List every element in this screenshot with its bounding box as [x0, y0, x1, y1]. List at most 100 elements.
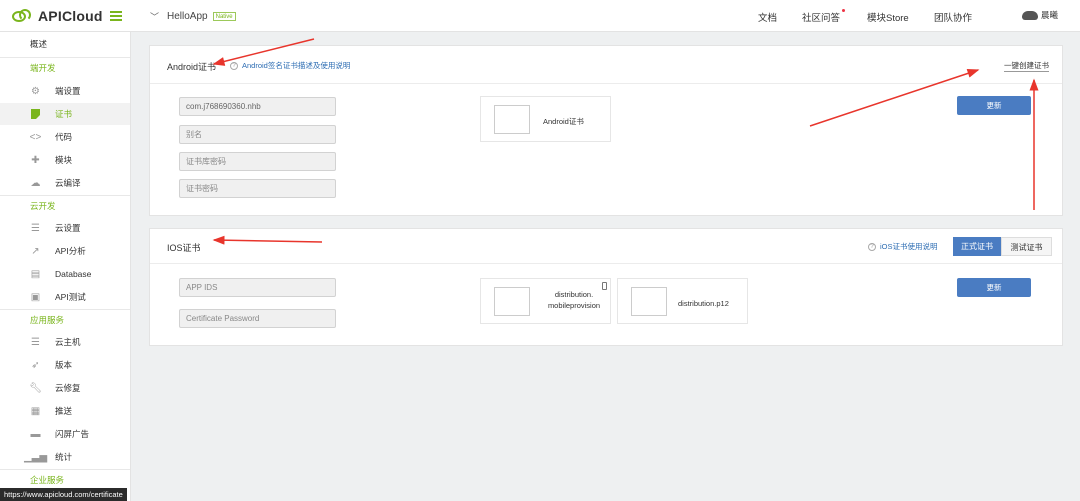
- sliders-icon: ☰: [31, 222, 40, 234]
- tab-production-cert[interactable]: 正式证书: [953, 237, 1001, 256]
- wrench-icon: 🔧︎: [29, 382, 42, 394]
- user-menu[interactable]: 晨曦: [1022, 9, 1058, 21]
- card-header: Android证书 ? Android签名证书描述及使用说明 一键创建证书: [150, 46, 1062, 84]
- file-thumbnail: [631, 287, 667, 316]
- sidebar-item-label: 闪屏广告: [55, 429, 90, 439]
- android-cert-file[interactable]: Android证书: [480, 96, 611, 142]
- sidebar-section-cloud: 云开发: [0, 195, 130, 213]
- certificate-icon: [30, 109, 41, 119]
- sidebar-item-code[interactable]: <> 代码: [0, 126, 130, 148]
- nav-module-store[interactable]: 模块Store: [867, 10, 909, 24]
- sidebar-section-dev: 端开发: [0, 57, 130, 75]
- file-thumbnail: [494, 287, 530, 316]
- ios-help-link[interactable]: ? iOS证书使用说明: [868, 241, 938, 252]
- phone-icon: [602, 282, 607, 290]
- nav-community[interactable]: 社区问答: [802, 9, 846, 24]
- chevron-down-icon: ﹀: [150, 12, 160, 22]
- alias-field[interactable]: 别名: [179, 125, 336, 144]
- p12-label: distribution.p12: [678, 299, 729, 308]
- provision-label-line1: distribution.: [554, 290, 594, 299]
- sidebar-item-cloud-compile[interactable]: ☁ 云编译: [0, 172, 130, 194]
- sidebar-item-label: 证书: [55, 109, 73, 119]
- logo[interactable]: APICloud: [12, 7, 103, 25]
- sidebar-item-label: 云编译: [55, 178, 81, 188]
- sidebar-item-cloud-fix[interactable]: 🔧︎ 云修复: [0, 377, 130, 399]
- sidebar-item-label: 云主机: [55, 337, 81, 347]
- sidebar-item-push[interactable]: ▦ 推送: [0, 400, 130, 422]
- nav-docs[interactable]: 文档: [758, 10, 777, 24]
- sidebar-item-label: 版本: [55, 360, 73, 370]
- file-thumbnail: [494, 105, 530, 134]
- server-icon: ☰: [31, 336, 40, 348]
- package-name-field[interactable]: com.j768690360.nhb: [179, 97, 336, 116]
- nav-team[interactable]: 团队协作: [934, 10, 972, 24]
- tab-test-cert[interactable]: 测试证书: [1001, 237, 1052, 256]
- line-chart-icon: ↗: [31, 245, 40, 257]
- user-name: 晨曦: [1041, 10, 1059, 20]
- sidebar-item-label: 云设置: [55, 223, 81, 233]
- sidebar-item-label: 代码: [55, 132, 73, 142]
- sidebar-item-label: 端设置: [55, 86, 81, 96]
- sidebar-item-splash-ad[interactable]: ▬ 闪屏广告: [0, 423, 130, 445]
- cloud-icon: ☁: [30, 177, 41, 189]
- sidebar-item-label: Database: [55, 269, 92, 279]
- ios-help-text: iOS证书使用说明: [880, 242, 938, 251]
- status-bar-url: https://www.apicloud.com/certificate: [0, 488, 127, 501]
- android-certificate-card: Android证书 ? Android签名证书描述及使用说明 一键创建证书 com…: [149, 45, 1063, 216]
- provision-label-line2: mobileprovision: [547, 301, 601, 310]
- p12-file[interactable]: distribution.p12: [617, 278, 748, 324]
- api-test-icon: ▣: [30, 291, 41, 303]
- question-icon: ?: [230, 61, 238, 70]
- sidebar-item-device-settings[interactable]: ⚙ 端设置: [0, 80, 130, 102]
- bar-chart-icon: ▁▃▅: [23, 451, 48, 463]
- sidebar-item-label: API分析: [55, 246, 86, 256]
- sidebar-item-database[interactable]: ▤ Database: [0, 263, 130, 285]
- android-help-text: Android签名证书描述及使用说明: [242, 61, 351, 70]
- sidebar-item-modules[interactable]: ✚ 模块: [0, 149, 130, 171]
- ios-title: IOS证书: [167, 243, 201, 253]
- sidebar-item-cloud-host[interactable]: ☰ 云主机: [0, 331, 130, 353]
- cloud-logo-icon: [12, 9, 34, 23]
- sidebar-item-cloud-settings[interactable]: ☰ 云设置: [0, 217, 130, 239]
- app-switcher[interactable]: ﹀ HelloApp Native: [150, 10, 236, 23]
- one-click-create-link[interactable]: 一键创建证书: [1004, 60, 1049, 72]
- sidebar-section-enterprise: 企业服务: [0, 469, 130, 487]
- sidebar-item-statistics[interactable]: ▁▃▅ 统计: [0, 446, 130, 468]
- nav-community-label: 社区问答: [802, 13, 841, 24]
- sidebar-item-label: 模块: [55, 155, 73, 165]
- puzzle-icon: ✚: [31, 154, 40, 166]
- sidebar-item-label: 推送: [55, 406, 73, 416]
- code-icon: <>: [29, 131, 42, 143]
- menu-toggle-icon[interactable]: [110, 11, 122, 21]
- signboard-icon: ▬: [30, 428, 41, 440]
- sidebar-item-api-test[interactable]: ▣ API测试: [0, 286, 130, 308]
- sidebar-item-label: 统计: [55, 452, 73, 462]
- sidebar-section-app-services: 应用服务: [0, 309, 130, 327]
- sidebar-item-certificate[interactable]: 证书: [0, 103, 130, 125]
- database-icon: ▤: [30, 268, 41, 280]
- sidebar-item-label: API测试: [55, 292, 86, 302]
- sidebar-item-overview[interactable]: 概述: [30, 38, 47, 50]
- push-icon: ▦: [30, 405, 41, 417]
- sidebar: 概述 端开发 ⚙ 端设置 证书 <> 代码 ✚ 模块 ☁ 云编译 云开发 ☰ 云设置 ↗ A…: [0, 32, 131, 501]
- app-type-badge: Native: [212, 12, 236, 21]
- app-name: HelloApp: [167, 11, 208, 22]
- avatar: [1022, 10, 1038, 20]
- notification-dot: [842, 9, 846, 12]
- top-bar: APICloud ﹀ HelloApp Native 文档 社区问答 模块Sto…: [0, 0, 1080, 32]
- ios-update-button[interactable]: 更新: [957, 278, 1031, 297]
- provision-file[interactable]: distribution. mobileprovision: [480, 278, 611, 324]
- gear-icon: ⚙: [31, 85, 40, 97]
- keystore-password-field[interactable]: 证书库密码: [179, 152, 336, 171]
- logo-text: APICloud: [38, 8, 103, 24]
- app-ids-field[interactable]: APP IDS: [179, 278, 336, 297]
- certificate-password-field[interactable]: Certificate Password: [179, 309, 336, 328]
- android-help-link[interactable]: ? Android签名证书描述及使用说明: [230, 60, 350, 71]
- sidebar-item-api-analytics[interactable]: ↗ API分析: [0, 240, 130, 262]
- android-update-button[interactable]: 更新: [957, 96, 1031, 115]
- rocket-icon: ➶: [31, 359, 40, 371]
- card-header: IOS证书 ? iOS证书使用说明 正式证书 测试证书: [150, 229, 1062, 264]
- sidebar-item-version[interactable]: ➶ 版本: [0, 354, 130, 376]
- question-icon: ?: [868, 242, 876, 251]
- key-password-field[interactable]: 证书密码: [179, 179, 336, 198]
